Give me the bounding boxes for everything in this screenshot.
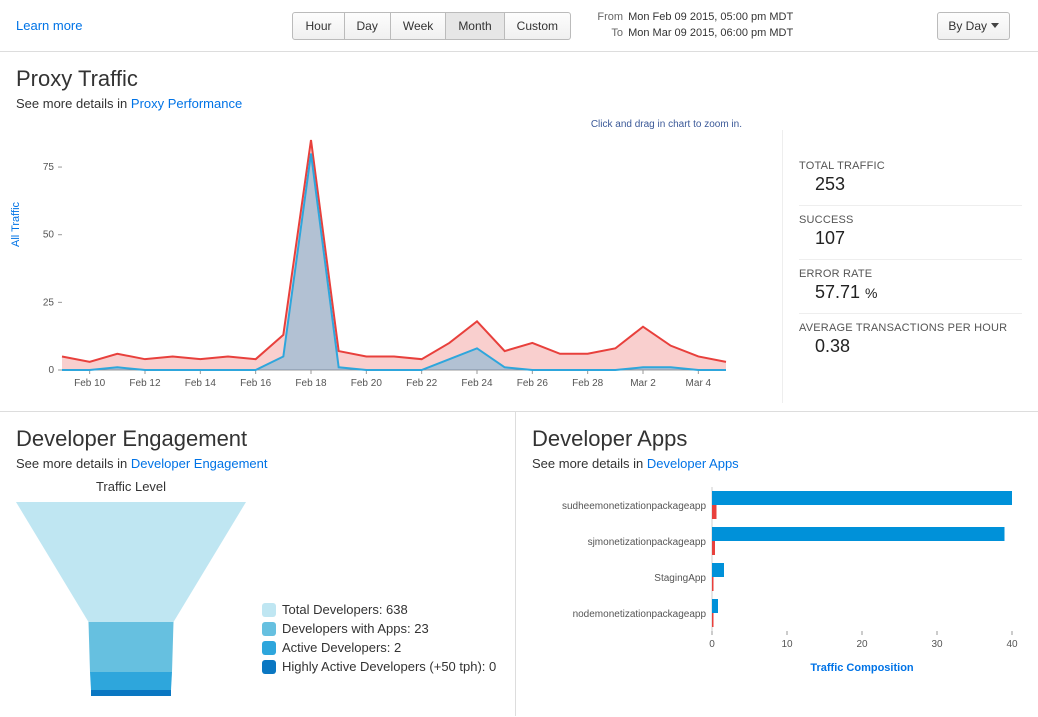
legend-item: Active Developers: 2 (262, 640, 496, 655)
svg-text:Mar 4: Mar 4 (686, 378, 712, 389)
svg-text:nodemonetizationpackageapp: nodemonetizationpackageapp (573, 609, 707, 620)
svg-text:10: 10 (781, 639, 793, 650)
svg-text:30: 30 (931, 639, 943, 650)
svg-text:Feb 22: Feb 22 (406, 378, 438, 389)
time-tab-week[interactable]: Week (390, 12, 446, 40)
to-label: To (591, 26, 623, 41)
time-tab-custom[interactable]: Custom (504, 12, 571, 40)
svg-text:25: 25 (43, 297, 55, 308)
funnel-chart[interactable] (16, 502, 246, 702)
svg-text:Feb 26: Feb 26 (517, 378, 549, 389)
funnel-title: Traffic Level (16, 479, 246, 494)
svg-text:50: 50 (43, 230, 55, 241)
legend-swatch-icon (262, 660, 276, 674)
svg-text:75: 75 (43, 162, 55, 173)
engagement-link[interactable]: Developer Engagement (131, 456, 268, 471)
svg-text:Feb 12: Feb 12 (129, 378, 161, 389)
engagement-subhead: See more details in Developer Engagement (16, 456, 499, 471)
svg-text:Feb 10: Feb 10 (74, 378, 106, 389)
apps-x-label: Traffic Composition (702, 662, 1022, 674)
apps-title: Developer Apps (532, 426, 1022, 452)
legend-item: Highly Active Developers (+50 tph): 0 (262, 659, 496, 674)
stat-average-transactions-per-hour: AVERAGE TRANSACTIONS PER HOUR0.38 (799, 313, 1022, 367)
svg-text:Feb 18: Feb 18 (295, 378, 327, 389)
svg-text:Mar 2: Mar 2 (630, 378, 656, 389)
svg-text:20: 20 (856, 639, 868, 650)
y-axis-label: All Traffic (10, 201, 22, 246)
svg-text:0: 0 (709, 639, 715, 650)
svg-text:Feb 20: Feb 20 (351, 378, 383, 389)
svg-text:sudheemonetizationpackageapp: sudheemonetizationpackageapp (562, 501, 706, 512)
time-tab-hour[interactable]: Hour (292, 12, 344, 40)
top-bar: Learn more HourDayWeekMonthCustom From M… (0, 0, 1038, 52)
proxy-traffic-section: Proxy Traffic See more details in Proxy … (0, 52, 1038, 411)
svg-text:Feb 28: Feb 28 (572, 378, 604, 389)
svg-text:Feb 16: Feb 16 (240, 378, 272, 389)
time-tab-month[interactable]: Month (445, 12, 504, 40)
developer-engagement-section: Developer Engagement See more details in… (0, 412, 515, 716)
bottom-row: Developer Engagement See more details in… (0, 411, 1038, 716)
time-tab-day[interactable]: Day (344, 12, 391, 40)
learn-more-link[interactable]: Learn more (16, 18, 82, 33)
legend-item: Total Developers: 638 (262, 602, 496, 617)
by-day-dropdown[interactable]: By Day (937, 12, 1010, 40)
chevron-down-icon (991, 23, 999, 28)
proxy-chart[interactable]: All Traffic 0255075Feb 10Feb 12Feb 14Feb… (16, 130, 762, 403)
date-range: From Mon Feb 09 2015, 05:00 pm MDT To Mo… (591, 10, 793, 41)
apps-link[interactable]: Developer Apps (647, 456, 739, 471)
legend-swatch-icon (262, 603, 276, 617)
to-date: Mon Mar 09 2015, 06:00 pm MDT (628, 27, 793, 39)
legend-item: Developers with Apps: 23 (262, 621, 496, 636)
engagement-title: Developer Engagement (16, 426, 499, 452)
svg-text:0: 0 (48, 365, 54, 376)
stat-success: SUCCESS107 (799, 205, 1022, 259)
funnel-legend: Total Developers: 638 Developers with App… (262, 602, 496, 678)
svg-text:sjmonetizationpackageapp: sjmonetizationpackageapp (588, 537, 707, 548)
time-range-tabs: HourDayWeekMonthCustom (292, 12, 571, 40)
apps-subhead: See more details in Developer Apps (532, 456, 1022, 471)
proxy-subhead: See more details in Proxy Performance (16, 96, 1022, 111)
proxy-title: Proxy Traffic (16, 66, 1022, 92)
svg-text:StagingApp: StagingApp (654, 573, 706, 584)
proxy-performance-link[interactable]: Proxy Performance (131, 96, 242, 111)
legend-swatch-icon (262, 622, 276, 636)
svg-text:Feb 14: Feb 14 (185, 378, 217, 389)
developer-apps-section: Developer Apps See more details in Devel… (515, 412, 1038, 716)
apps-chart[interactable]: 0 10 20 30 40 sudheemonetizationpackageapp sjm… (532, 479, 1022, 659)
legend-swatch-icon (262, 641, 276, 655)
proxy-stats: TOTAL TRAFFIC253SUCCESS107ERROR RATE57.7… (782, 130, 1022, 403)
stat-total-traffic: TOTAL TRAFFIC253 (799, 152, 1022, 205)
from-date: Mon Feb 09 2015, 05:00 pm MDT (628, 11, 793, 23)
zoom-hint: Click and drag in chart to zoom in. (16, 119, 742, 130)
svg-text:40: 40 (1006, 639, 1018, 650)
svg-text:Feb 24: Feb 24 (461, 378, 493, 389)
by-day-label: By Day (948, 19, 987, 33)
stat-error-rate: ERROR RATE57.71 % (799, 259, 1022, 313)
from-label: From (591, 10, 623, 25)
